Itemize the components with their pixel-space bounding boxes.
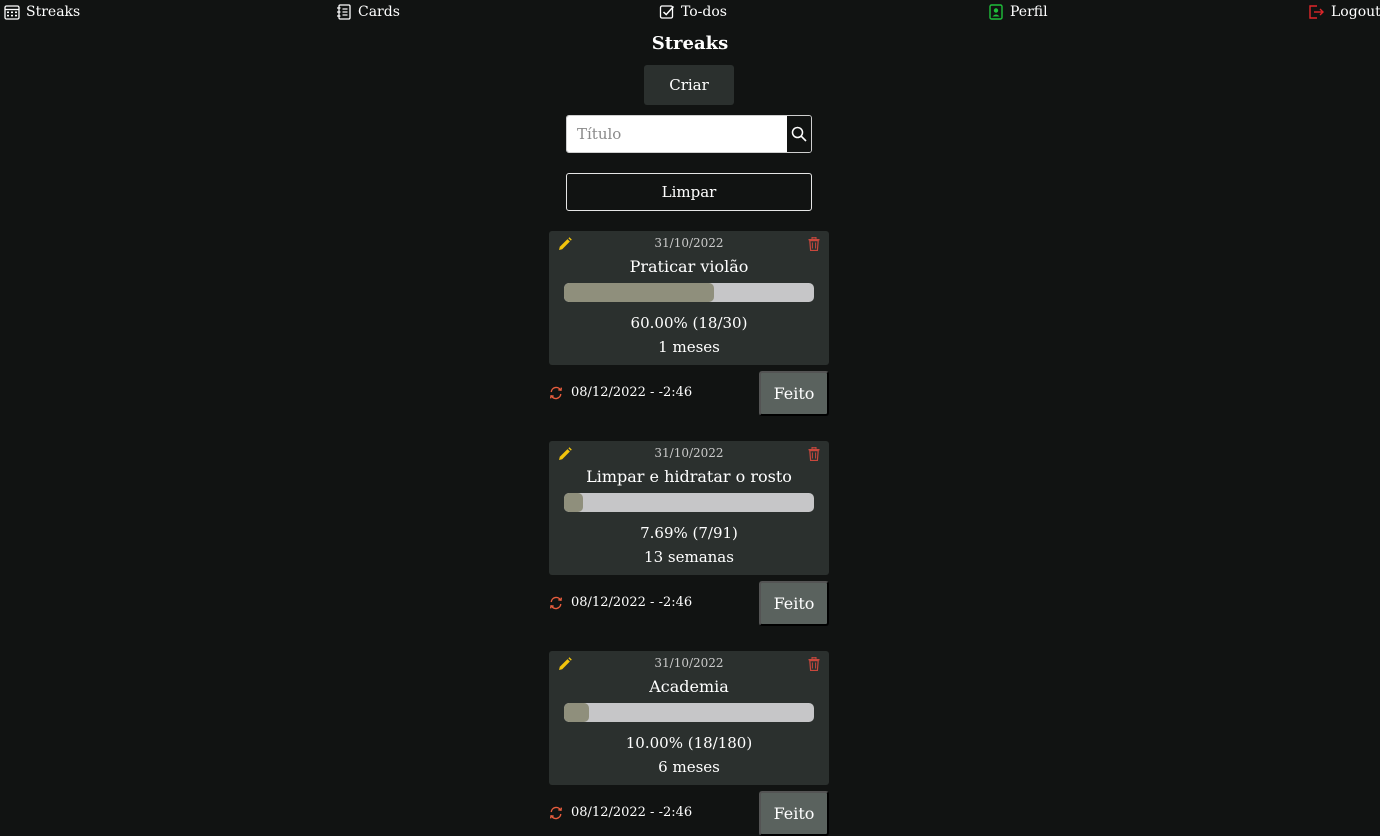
search-icon (791, 126, 807, 142)
streak-card: 31/10/2022 Praticar violão 60.00% (18/30… (549, 231, 829, 365)
checkbox-icon (659, 5, 675, 19)
nav-logout-label: Logout (1331, 4, 1380, 20)
streak-start-date: 31/10/2022 (654, 656, 724, 670)
calendar-icon (4, 5, 20, 20)
nav-perfil-label: Perfil (1010, 4, 1048, 20)
streak-duration: 6 meses (658, 758, 720, 776)
nav-streaks[interactable]: Streaks (4, 4, 80, 20)
create-button[interactable]: Criar (644, 65, 734, 105)
refresh-icon (549, 596, 563, 609)
logout-icon (1309, 5, 1324, 19)
trash-icon[interactable] (808, 657, 820, 671)
top-nav: Streaks Cards To-dos Perfil Logout (0, 0, 1380, 28)
streak-footer: 08/12/2022 - -2:46 Feito (549, 791, 829, 836)
reset-streak[interactable]: 08/12/2022 - -2:46 (549, 385, 692, 400)
streak-item: 31/10/2022 Praticar violão 60.00% (18/30… (549, 231, 829, 416)
nav-perfil[interactable]: Perfil (988, 4, 1048, 20)
streak-title: Academia (649, 677, 729, 696)
clear-button[interactable]: Limpar (566, 173, 812, 211)
streak-percent: 60.00% (18/30) (630, 314, 748, 332)
nav-streaks-label: Streaks (26, 4, 81, 20)
streak-start-date: 31/10/2022 (654, 236, 724, 250)
streak-card: 31/10/2022 Academia 10.00% (18/180) 6 me… (549, 651, 829, 785)
done-button[interactable]: Feito (759, 581, 829, 626)
search-button[interactable] (787, 116, 811, 152)
streak-card: 31/10/2022 Limpar e hidratar o rosto 7.6… (549, 441, 829, 575)
progress-fill (564, 283, 714, 302)
streak-duration: 13 semanas (644, 548, 734, 566)
nav-cards[interactable]: Cards (336, 4, 400, 20)
reset-date: 08/12/2022 - -2:46 (571, 595, 693, 610)
streak-percent: 7.69% (7/91) (640, 524, 738, 542)
streak-percent: 10.00% (18/180) (625, 734, 753, 752)
done-button[interactable]: Feito (759, 371, 829, 416)
page-title: Streaks (651, 33, 729, 54)
profile-icon (989, 4, 1003, 20)
reset-date: 08/12/2022 - -2:46 (571, 805, 693, 820)
streak-title: Limpar e hidratar o rosto (586, 467, 792, 486)
reset-date: 08/12/2022 - -2:46 (571, 385, 693, 400)
streak-item: 31/10/2022 Academia 10.00% (18/180) 6 me… (549, 651, 829, 836)
done-button[interactable]: Feito (759, 791, 829, 836)
progress-bar (564, 703, 814, 722)
streak-duration: 1 meses (658, 338, 720, 356)
streak-start-date: 31/10/2022 (654, 446, 724, 460)
nav-todos-label: To-dos (681, 4, 727, 20)
nav-logout[interactable]: Logout (1308, 4, 1380, 20)
trash-icon[interactable] (808, 237, 820, 251)
progress-fill (564, 493, 584, 512)
refresh-icon (549, 806, 563, 819)
search-input[interactable] (567, 116, 787, 152)
trash-icon[interactable] (808, 447, 820, 461)
streak-title: Praticar violão (629, 257, 749, 276)
nav-todos[interactable]: To-dos (659, 4, 727, 20)
streak-footer: 08/12/2022 - -2:46 Feito (549, 371, 829, 416)
search-bar (566, 115, 812, 153)
nav-cards-label: Cards (358, 4, 400, 20)
progress-bar (564, 493, 814, 512)
progress-bar (564, 283, 814, 302)
reset-streak[interactable]: 08/12/2022 - -2:46 (549, 595, 692, 610)
reset-streak[interactable]: 08/12/2022 - -2:46 (549, 805, 692, 820)
notebook-icon (337, 4, 351, 20)
progress-fill (564, 703, 589, 722)
streak-footer: 08/12/2022 - -2:46 Feito (549, 581, 829, 626)
streak-item: 31/10/2022 Limpar e hidratar o rosto 7.6… (549, 441, 829, 626)
refresh-icon (549, 386, 563, 399)
